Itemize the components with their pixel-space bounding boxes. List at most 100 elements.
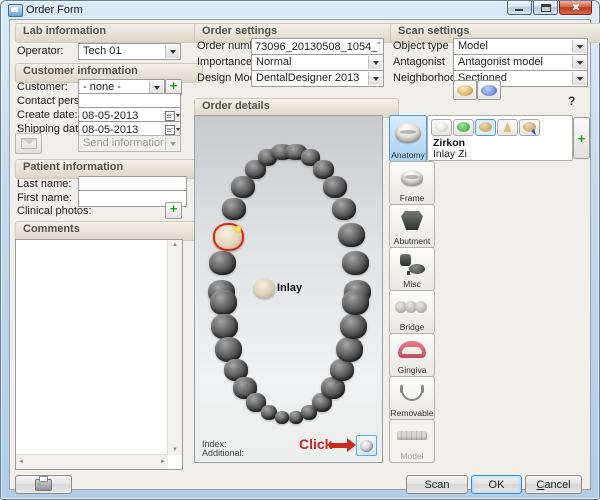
sidebar-item-label: Removable <box>391 408 434 418</box>
importance-value: Normal <box>256 56 367 68</box>
design-module-select[interactable]: DentalDesigner 2013 <box>251 70 384 87</box>
scan-button[interactable]: Scan <box>406 475 468 494</box>
importance-label: Importance: <box>197 56 255 69</box>
comments-text <box>17 241 167 454</box>
tooth[interactable] <box>338 223 365 247</box>
comments-textarea[interactable]: ▲▼ ◄► <box>15 239 183 470</box>
sidebar-item-label: Model <box>400 451 423 461</box>
sidebar-item-label: Bridge <box>400 322 425 332</box>
order-number-input[interactable] <box>251 38 384 55</box>
scroll-up-icon[interactable]: ▲ <box>172 242 178 248</box>
scan-object-icon <box>360 440 373 452</box>
tooth[interactable] <box>222 198 246 220</box>
gingiva-icon <box>398 341 426 358</box>
misc-icon <box>399 254 425 274</box>
vertical-scrollbar[interactable]: ▲▼ <box>167 240 182 455</box>
sidebar-item-abutment[interactable]: Abutment <box>389 204 435 248</box>
antagonist-value: Antagonist model <box>458 56 571 68</box>
upper-jaw-icon <box>457 85 473 96</box>
model-icon <box>397 431 427 440</box>
calendar-icon <box>165 111 175 121</box>
sidebar-item-anatomy[interactable]: Anatomy <box>389 115 427 162</box>
add-clinical-photos-button[interactable]: + <box>165 202 182 219</box>
preview-inlay-label: Inlay <box>277 282 302 294</box>
tooth[interactable] <box>323 176 347 198</box>
veneer-icon[interactable] <box>497 119 518 136</box>
send-button <box>15 133 42 154</box>
printer-icon <box>35 479 52 491</box>
sidebar-item-label: Frame <box>400 193 425 203</box>
tooth[interactable] <box>215 337 242 362</box>
first-name-label: First name: <box>17 192 72 205</box>
sidebar-item-misc[interactable]: Misc <box>389 247 435 291</box>
tooth[interactable] <box>342 290 369 315</box>
importance-select[interactable]: Normal <box>251 54 384 71</box>
click-arrow-icon <box>330 443 347 448</box>
chevron-down-icon <box>572 72 586 85</box>
cancel-button[interactable]: Cancel <box>525 475 582 494</box>
crown-icon[interactable] <box>431 119 452 136</box>
tooth[interactable] <box>211 314 238 339</box>
tooth[interactable] <box>231 176 255 198</box>
waxup-icon[interactable] <box>519 119 540 136</box>
sidebar-item-bridge[interactable]: Bridge <box>389 290 435 334</box>
send-information-select: Send information <box>78 135 181 152</box>
antagonist-select[interactable]: Antagonist model <box>453 54 588 71</box>
tooth[interactable] <box>275 411 289 424</box>
object-type-value: Model <box>458 40 571 52</box>
tooth[interactable] <box>210 290 237 315</box>
tooth[interactable] <box>336 337 363 362</box>
create-date-label: Create date: <box>17 109 78 122</box>
lab-information-header: Lab information <box>15 23 203 43</box>
print-button[interactable] <box>15 475 72 494</box>
scroll-down-icon[interactable]: ▼ <box>172 447 178 453</box>
calendar-icon <box>165 125 175 135</box>
ok-button[interactable]: OK <box>471 475 522 494</box>
tooth[interactable] <box>330 359 354 381</box>
plus-icon: + <box>170 78 178 93</box>
sidebar-item-model[interactable]: Model <box>389 419 435 463</box>
sidebar-item-label: Gingiva <box>398 365 427 375</box>
tooth[interactable] <box>209 251 236 275</box>
chevron-down-icon <box>368 72 382 85</box>
object-type-label: Object type <box>393 40 449 53</box>
customer-value: - none - <box>83 81 148 93</box>
send-information-value: Send information <box>83 137 164 149</box>
sidebar-item-frame[interactable]: Frame <box>389 161 435 205</box>
lower-jaw-button[interactable] <box>477 80 501 100</box>
help-link[interactable]: ? <box>568 94 575 108</box>
send-icon <box>21 138 37 149</box>
inlay-icon[interactable] <box>475 119 496 136</box>
additional-label: Additional: <box>202 448 244 458</box>
tooth[interactable] <box>340 314 367 339</box>
sidebar-item-removable[interactable]: Removable <box>389 376 435 420</box>
upper-jaw-button[interactable] <box>453 80 477 100</box>
object-type-select[interactable]: Model <box>453 38 588 55</box>
operator-select[interactable]: Tech 01 <box>78 43 181 60</box>
tooth[interactable] <box>332 198 356 220</box>
scroll-right-icon[interactable]: ► <box>160 459 166 465</box>
sidebar-item-gingiva[interactable]: Gingiva <box>389 333 435 377</box>
tooth[interactable] <box>342 251 369 275</box>
anatomical-crown-icon[interactable] <box>453 119 474 136</box>
chevron-down-icon <box>368 56 382 69</box>
order-form-window: Order Form Lab information Operator: Tec… <box>0 0 600 500</box>
scroll-left-icon[interactable]: ◄ <box>18 459 24 465</box>
chevron-down-icon <box>572 56 586 69</box>
sidebar-item-label: Misc <box>403 279 420 289</box>
additional-scan-button[interactable] <box>356 435 377 456</box>
clinical-photos-label: Clinical photos: <box>17 205 92 218</box>
add-material-button[interactable]: + <box>573 117 590 159</box>
customer-label: Customer: <box>17 81 68 94</box>
removable-icon <box>399 385 425 401</box>
preview-inlay-tooth[interactable] <box>254 279 275 298</box>
sidebar-item-label: Abutment <box>394 236 430 246</box>
comments-header: Comments <box>15 221 203 241</box>
chevron-down-icon <box>572 40 586 53</box>
tooth-chart[interactable]: Inlay Index: Additional: Click <box>194 115 383 463</box>
operator-label: Operator: <box>17 45 63 58</box>
material-type: Inlay Zi <box>433 148 467 160</box>
selected-tooth[interactable] <box>213 223 244 251</box>
horizontal-scrollbar[interactable]: ◄► <box>16 454 168 469</box>
frame-icon <box>401 170 423 186</box>
